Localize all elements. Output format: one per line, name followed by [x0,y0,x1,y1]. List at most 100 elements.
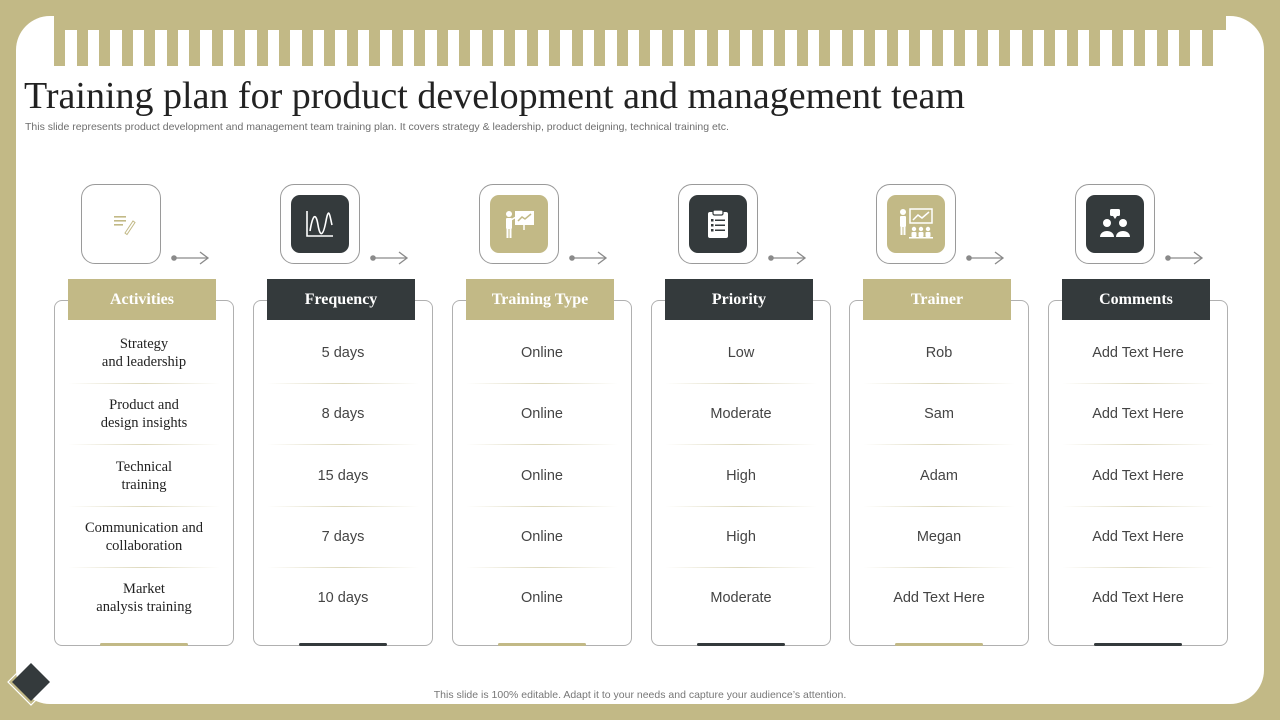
arrow-right-icon [1165,251,1204,265]
table-cell: Megan [916,528,962,545]
column-activities: Activities Strategy and leadership Produ… [54,184,234,664]
row-divider [466,567,618,568]
decorative-stripe [144,16,155,66]
decorative-stripe [212,16,223,66]
decorative-stripe [1179,16,1190,66]
card-accent [299,643,387,646]
table-cell: Technical training [115,458,173,493]
row-divider [1062,383,1214,384]
row-divider [466,444,618,445]
row-divider [267,444,419,445]
column-frequency: Frequency 5 days 8 days 15 days 7 days 1… [253,184,433,664]
page-title: Training plan for product development an… [24,75,965,117]
decorative-stripe [1089,16,1100,66]
card-accent [100,643,188,646]
table-cell: Add Text Here [1092,589,1184,606]
table-cell: Moderate [710,589,772,606]
decorative-stripe [527,16,538,66]
footer-note: This slide is 100% editable. Adapt it to… [433,689,847,701]
decorative-stripe [729,16,740,66]
column-header: Activities [68,279,216,320]
row-divider [1062,506,1214,507]
decorative-stripe [954,16,965,66]
row-divider [1062,567,1214,568]
row-divider [863,383,1015,384]
decorative-stripe [1202,16,1213,66]
decorative-stripe [1022,16,1033,66]
table-cell: Online [521,528,563,545]
decorative-stripe [167,16,178,66]
decorative-stripe [684,16,695,66]
row-divider [665,444,817,445]
decorative-stripe [639,16,650,66]
table-cell: Add Text Here [1092,528,1184,545]
decorative-stripe [504,16,515,66]
table-cell: High [726,528,756,545]
table-cell: Add Text Here [893,589,985,606]
card-accent [895,643,983,646]
decorative-stripe [189,16,200,66]
column-comments: Comments Add Text Here Add Text Here Add… [1048,184,1228,664]
decorative-stripe [54,16,65,66]
table-cell: Online [521,344,563,361]
row-divider [267,567,419,568]
decorative-stripe [459,16,470,66]
decorative-stripe [887,16,898,66]
decorative-stripe [572,16,583,66]
decorative-stripe [437,16,448,66]
slide: Training plan for product development an… [16,16,1264,704]
table-cell: Add Text Here [1092,467,1184,484]
row-divider [267,383,419,384]
document-icon [92,195,150,253]
row-divider [1062,444,1214,445]
decorative-stripe [369,16,380,66]
decorative-stripe [999,16,1010,66]
table-cell: Market analysis training [96,580,192,615]
discussion-people-icon [1086,195,1144,253]
table-cell: Add Text Here [1092,405,1184,422]
column-header: Comments [1062,279,1210,320]
decorative-stripe [257,16,268,66]
row-divider [863,444,1015,445]
decorative-stripe [1157,16,1168,66]
decorative-stripe [977,16,988,66]
decorative-stripe [234,16,245,66]
column-header: Trainer [863,279,1011,320]
decorative-stripe-band [16,16,1264,66]
table-cell: 8 days [321,405,365,422]
card-accent [697,643,785,646]
table-cell: Product and design insights [100,396,188,431]
table-cell: Online [521,467,563,484]
decorative-stripe [77,16,88,66]
decorative-stripe [1112,16,1123,66]
decorative-stripe [1044,16,1055,66]
column-header: Frequency [267,279,415,320]
decorative-stripe [774,16,785,66]
row-divider [665,383,817,384]
table-cell: 10 days [317,589,369,606]
table-cell: Add Text Here [1092,344,1184,361]
decorative-stripe [482,16,493,66]
line-chart-icon [291,195,349,253]
table-cell: High [726,467,756,484]
arrow-right-icon [171,251,210,265]
row-divider [665,506,817,507]
presentation-board-icon [490,195,548,253]
decorative-stripe [302,16,313,66]
column-header: Priority [665,279,813,320]
card-accent [498,643,586,646]
row-divider [466,506,618,507]
table-cell: Rob [925,344,953,361]
table-cell: Online [521,405,563,422]
table-cell: 7 days [321,528,365,545]
row-divider [665,567,817,568]
column-header: Training Type [466,279,614,320]
decorative-stripe [797,16,808,66]
decorative-stripe [819,16,830,66]
decorative-stripe [842,16,853,66]
row-divider [68,444,220,445]
row-divider [863,506,1015,507]
table-cell: Communication and collaboration [85,519,203,554]
decorative-stripe [549,16,560,66]
row-divider [68,567,220,568]
